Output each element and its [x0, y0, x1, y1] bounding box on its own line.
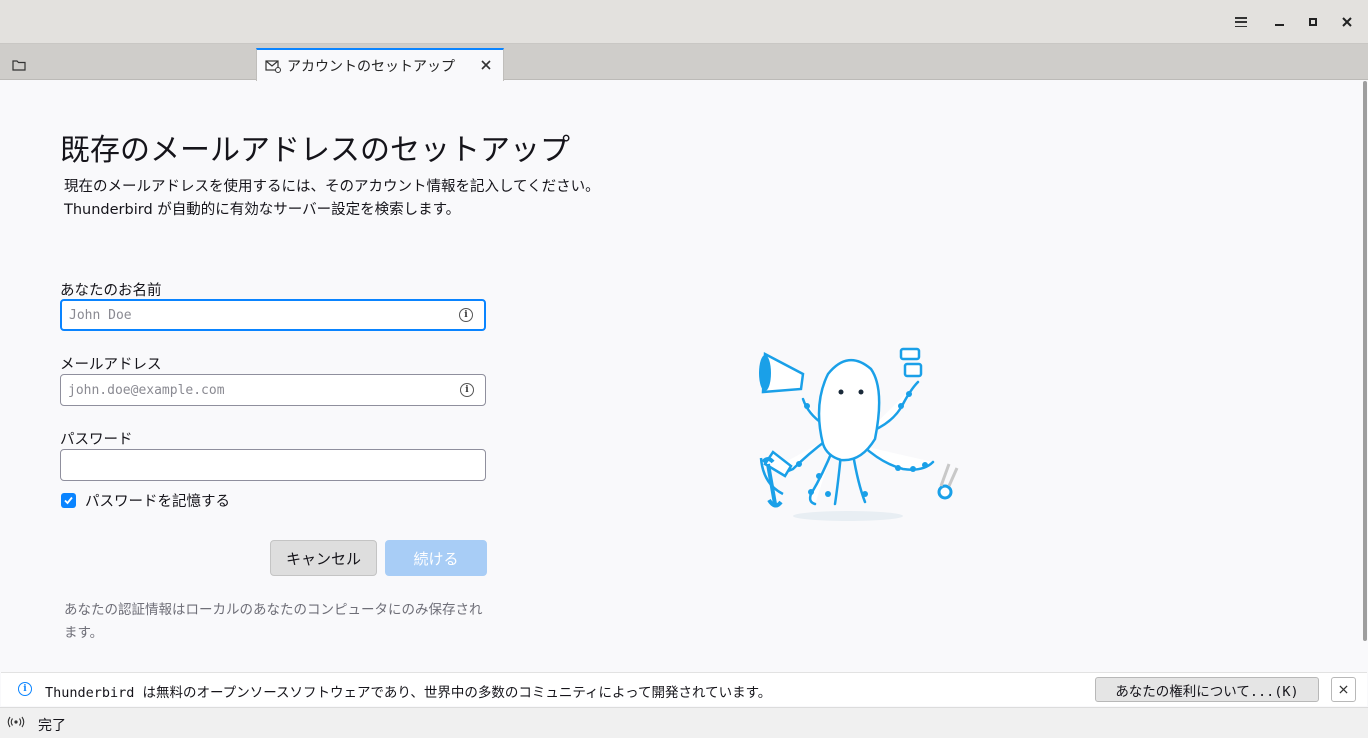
tab-close-button[interactable]: [477, 56, 495, 74]
name-label: あなたのお名前: [60, 283, 162, 299]
remember-password-row[interactable]: パスワードを記憶する: [61, 490, 230, 511]
app-menu-button[interactable]: [1230, 11, 1252, 33]
continue-button[interactable]: 続ける: [385, 540, 487, 576]
checkbox-check-icon: [64, 496, 73, 505]
maximize-icon: [1309, 18, 1317, 26]
description-line-1: 現在のメールアドレスを使用するには、そのアカウント情報を記入してください。: [64, 179, 600, 195]
tab-strip: アカウントのセットアップ: [0, 44, 1368, 81]
close-icon: [1342, 17, 1352, 27]
account-setup-page: 既存のメールアドレスのセットアップ 現在のメールアドレスを使用するには、そのアカ…: [1, 81, 1367, 672]
notification-text: Thunderbird は無料のオープンソースソフトウェアであり、世界中の多数の…: [45, 685, 772, 701]
info-icon[interactable]: i: [459, 308, 473, 322]
maximize-button[interactable]: [1302, 11, 1324, 33]
folder-icon: [12, 60, 26, 71]
scrollbar[interactable]: [1363, 81, 1367, 641]
email-label: メールアドレス: [60, 357, 162, 373]
privacy-note: あなたの認証情報はローカルのあなたのコンピュータにのみ保存されます。: [64, 602, 483, 641]
menu-icon: [1235, 17, 1247, 27]
know-your-rights-button[interactable]: あなたの権利について...(K): [1095, 677, 1319, 702]
notification-bar: i Thunderbird は無料のオープンソースソフトウェアであり、世界中の多…: [1, 672, 1367, 706]
description-line-2: Thunderbird が自動的に有効なサーバー設定を検索します。: [64, 202, 461, 218]
window-titlebar: [0, 0, 1368, 44]
close-icon: [1339, 685, 1348, 694]
name-field-wrapper: i: [60, 299, 486, 331]
minimize-button[interactable]: [1268, 11, 1290, 33]
cancel-button[interactable]: キャンセル: [270, 540, 377, 576]
password-input[interactable]: [61, 450, 485, 480]
close-icon: [481, 60, 491, 70]
broadcast-icon: [7, 716, 25, 731]
password-label: パスワード: [60, 432, 133, 448]
password-field-wrapper: [60, 449, 486, 481]
email-field-wrapper: i: [60, 374, 486, 406]
tab-title: アカウントのセットアップ: [287, 58, 455, 75]
name-input[interactable]: [62, 301, 459, 329]
folder-tab-button[interactable]: [12, 56, 28, 71]
minimize-icon: [1274, 24, 1284, 26]
status-bar: 完了: [0, 707, 1368, 738]
tab-account-setup[interactable]: アカウントのセットアップ: [256, 48, 504, 81]
mail-setup-icon: [265, 59, 281, 73]
page-title: 既存のメールアドレスのセットアップ: [60, 133, 570, 168]
status-text: 完了: [38, 718, 66, 734]
remember-password-checkbox[interactable]: [61, 493, 76, 508]
close-window-button[interactable]: [1336, 11, 1358, 33]
page-description: 現在のメールアドレスを使用するには、そのアカウント情報を記入してください。 Th…: [64, 176, 600, 222]
octopus-mascot-illustration: [759, 347, 959, 521]
info-icon: i: [18, 682, 32, 696]
remember-password-label: パスワードを記憶する: [85, 494, 230, 510]
info-icon[interactable]: i: [460, 383, 474, 397]
email-input[interactable]: [61, 375, 460, 405]
notification-close-button[interactable]: [1331, 677, 1356, 702]
